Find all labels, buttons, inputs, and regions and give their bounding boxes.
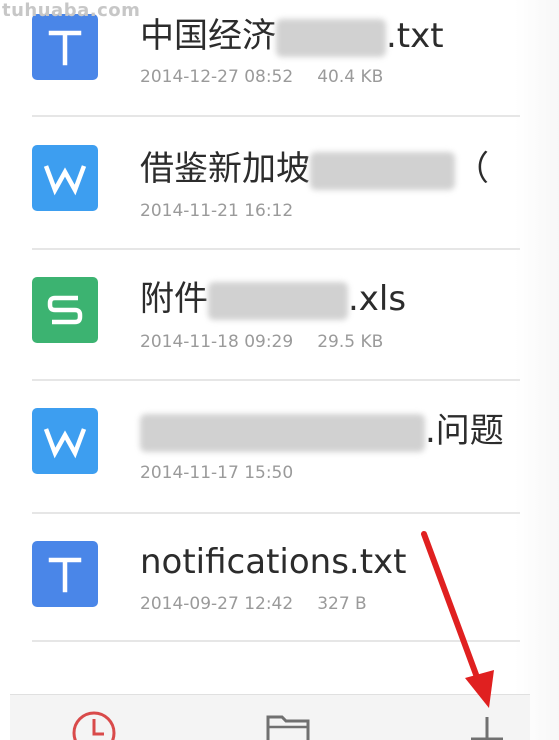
file-manager-screen: tuhuaba.com 中国经济 .txt 2014-12-27 08:52 40.… <box>0 0 559 740</box>
annotation-arrow-icon <box>421 531 494 708</box>
